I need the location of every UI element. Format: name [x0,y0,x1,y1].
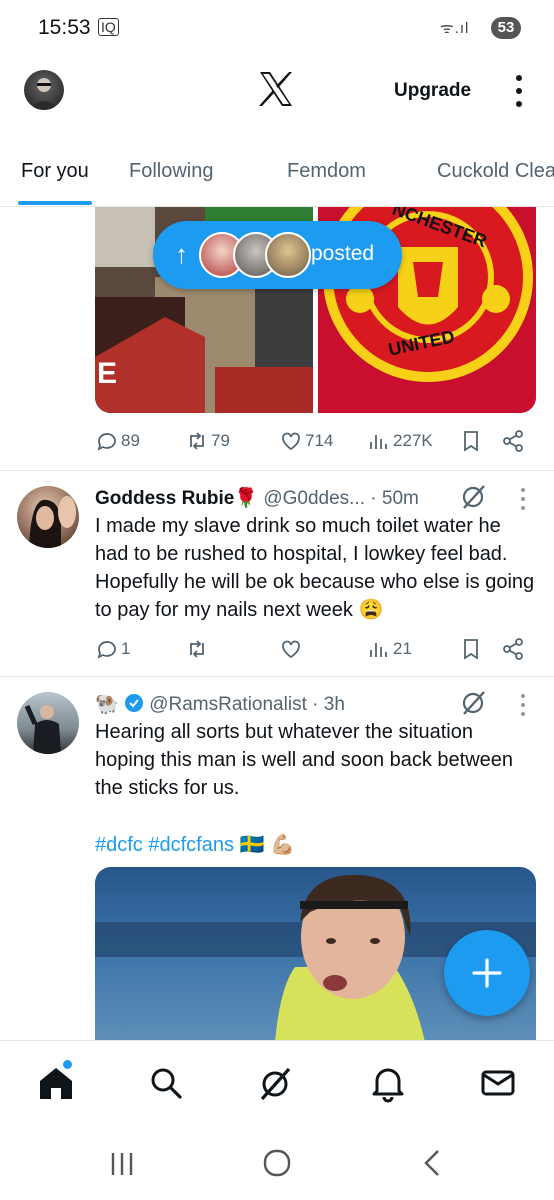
bookmark-button[interactable] [459,426,483,456]
tweet3-hashtags[interactable]: #dcfc #dcfcfans 🇸🇪 💪🏼 [95,832,295,857]
bottom-navigation [0,1040,554,1129]
tab-for-you[interactable]: For you [21,160,89,183]
like-count: 714 [305,431,334,450]
signal-icon: ᯤ.ıl [440,20,470,37]
rose-emoji: 🌹 [234,488,259,509]
recent-apps-icon[interactable] [108,1150,136,1178]
tab-femdom[interactable]: Femdom [287,160,366,183]
verified-badge-icon [124,694,143,712]
share-button[interactable] [501,426,525,456]
like-button[interactable] [279,634,303,664]
home-notification-dot [62,1059,73,1070]
tweet3-handle[interactable]: @RamsRationalist [149,694,307,715]
reply-button[interactable]: 1 [95,634,130,664]
views-button[interactable]: 227K [367,426,433,456]
post-divider [0,470,554,471]
repost-icon [190,640,204,658]
messages-icon[interactable] [478,1063,518,1103]
tweet2-text: I made my slave drink so much toilet wat… [95,515,535,621]
reply-count: 1 [121,639,131,658]
home-circle-icon[interactable] [262,1148,292,1178]
more-options-icon[interactable] [508,73,530,109]
tab-following[interactable]: Following [129,160,213,183]
post-divider [0,676,554,677]
media-left-text: E [97,357,118,390]
post1-actions: 89 79 714 227K [95,426,535,456]
system-navigation-bar [0,1128,554,1200]
back-icon[interactable] [420,1148,446,1178]
views-count: 21 [393,639,412,658]
repost-count: 79 [211,431,230,450]
repost-button[interactable]: 79 [185,426,230,456]
upgrade-button[interactable]: Upgrade [394,80,471,102]
posted-label: posted [311,242,375,265]
bookmark-icon [464,431,478,452]
reply-count: 89 [121,431,140,450]
profile-avatar[interactable] [24,70,64,110]
x-logo-icon[interactable] [256,64,296,114]
views-button[interactable]: 21 [367,634,412,664]
arrow-up-icon: ↑ [175,239,188,269]
tweet2-author-name[interactable]: Goddess Rubie [95,488,234,509]
like-button[interactable]: 714 [279,426,333,456]
battery-badge: 53 [491,17,521,39]
share-icon [503,638,523,660]
heart-icon [282,432,300,451]
status-time: 15:53 [38,16,91,39]
new-posts-pill[interactable]: ↑ posted [153,221,402,289]
reply-button[interactable]: 89 [95,426,140,456]
plus-icon [472,958,502,988]
compose-post-button[interactable] [444,930,530,1016]
iq-icon: IQ [98,18,119,36]
tweet2-header: Goddess Rubie🌹 @G0ddes... · 50m [95,486,419,510]
share-button[interactable] [501,634,525,664]
tab-active-indicator [18,201,92,205]
grok-icon[interactable] [256,1063,296,1103]
bookmark-icon [464,639,478,660]
timeline-tabs: For you Following Femdom Cuckold Clea [0,142,554,207]
repost-icon [190,432,204,450]
ram-emoji[interactable]: 🐏 [95,694,119,715]
views-icon [370,435,387,449]
reply-icon [97,641,116,659]
repost-button[interactable] [185,634,209,664]
views-icon [370,643,387,657]
tweet3-text: Hearing all sorts but whatever the situa… [95,721,514,799]
reply-icon [97,433,116,451]
grok-icon[interactable] [460,482,488,510]
pill-avatar-3 [265,232,311,278]
tweet3-avatar[interactable] [17,692,79,754]
tweet2-avatar[interactable] [17,486,79,548]
tweet2-handle[interactable]: @G0ddes... [263,488,365,509]
views-count: 227K [393,431,433,450]
tweet3-header: 🐏 @RamsRationalist · 3h [95,692,345,716]
tweet2-actions: 1 21 [95,634,535,664]
tweet3-more-icon[interactable] [520,694,526,716]
tweet2-more-icon[interactable] [520,488,526,510]
grok-icon[interactable] [460,688,488,716]
tweet3-time: · 3h [312,694,345,715]
tweet2-time: · 50m [370,488,419,509]
search-icon[interactable] [146,1063,186,1103]
bookmark-button[interactable] [459,634,483,664]
tab-cuckold[interactable]: Cuckold Clea [437,160,554,183]
heart-icon [282,640,300,659]
notifications-icon[interactable] [368,1063,408,1103]
status-bar: 15:53 IQ ᯤ.ıl 53 [0,0,554,56]
share-icon [503,430,523,452]
